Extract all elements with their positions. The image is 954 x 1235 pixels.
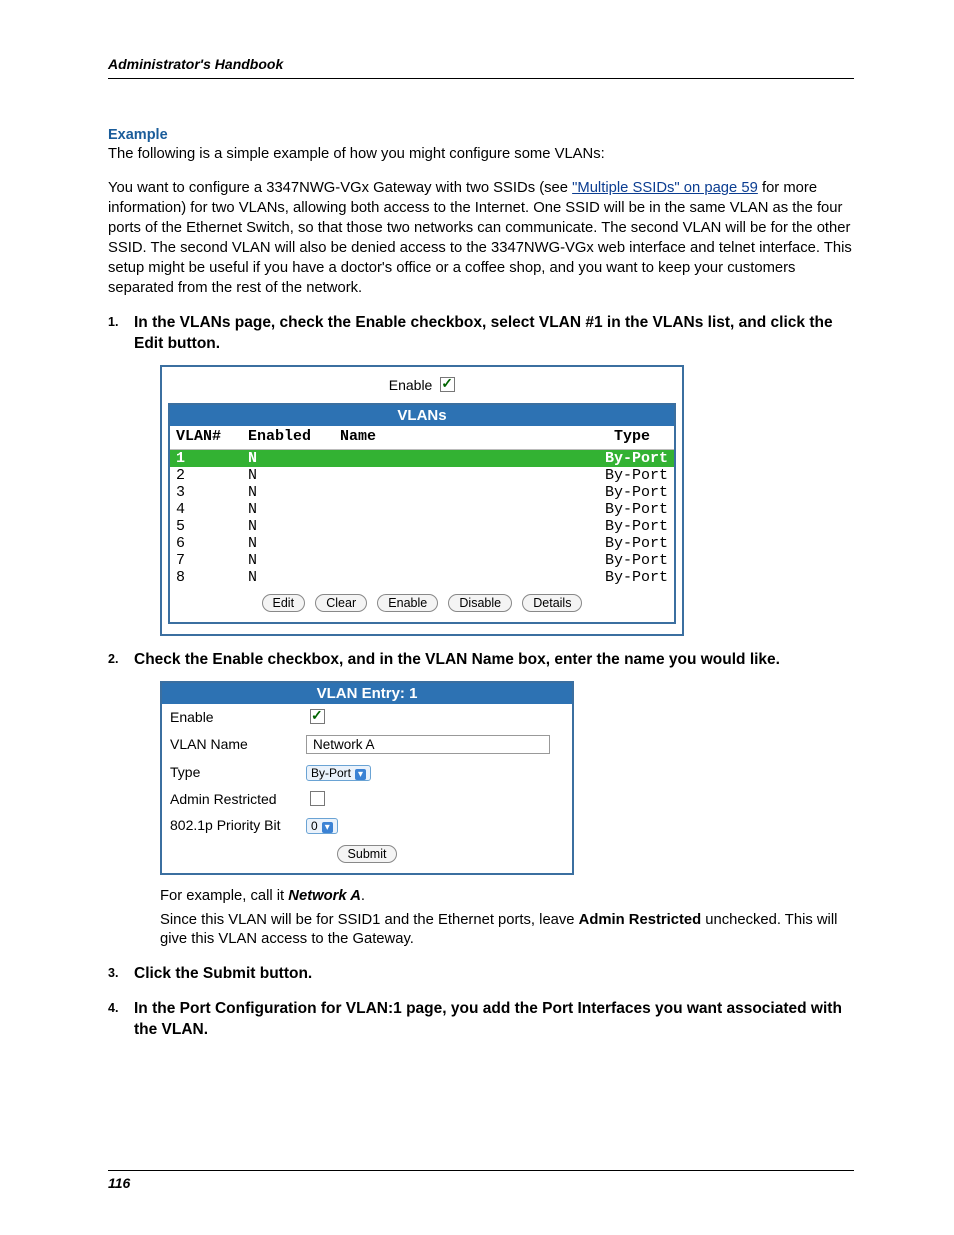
scenario-a: You want to configure a 3347NWG-VGx Gate… — [108, 180, 572, 196]
vlan-name-input[interactable]: Network A — [306, 735, 550, 754]
table-row[interactable]: 4NBy-Port — [170, 501, 674, 518]
running-header: Administrator's Handbook — [108, 56, 854, 72]
priority-select[interactable]: 0▾ — [306, 818, 338, 834]
table-row[interactable]: 5NBy-Port — [170, 518, 674, 535]
table-row[interactable]: 1NBy-Port — [170, 449, 674, 467]
step-4: In the Port Configuration for VLAN:1 pag… — [134, 999, 854, 1041]
table-row[interactable]: 2NBy-Port — [170, 467, 674, 484]
entry-enable-checkbox[interactable] — [310, 709, 325, 724]
col-name: Name — [334, 426, 467, 450]
step-num-2: 2. — [108, 652, 118, 666]
priority-value: 0 — [311, 819, 318, 833]
intro-text: The following is a simple example of how… — [108, 145, 854, 165]
entry-name-label: VLAN Name — [162, 730, 298, 759]
details-button[interactable]: Details — [522, 594, 582, 612]
enable-button[interactable]: Enable — [377, 594, 438, 612]
after-1a: For example, call it — [160, 888, 288, 904]
admin-restricted-checkbox[interactable] — [310, 791, 325, 806]
table-row[interactable]: 3NBy-Port — [170, 484, 674, 501]
example-label: Example — [108, 127, 854, 143]
step-3: Click the Submit button. — [134, 964, 854, 985]
col-enabled: Enabled — [242, 426, 334, 450]
clear-button[interactable]: Clear — [315, 594, 367, 612]
col-type: Type — [467, 426, 674, 450]
entry-enable-label: Enable — [162, 704, 298, 730]
entry-type-label: Type — [162, 759, 298, 786]
col-vlan: VLAN# — [170, 426, 242, 450]
scenario-text: You want to configure a 3347NWG-VGx Gate… — [108, 179, 854, 299]
after-2a: Since this VLAN will be for SSID1 and th… — [160, 912, 579, 928]
step-1: In the VLANs page, check the Enable chec… — [134, 313, 854, 355]
table-row[interactable]: 8NBy-Port — [170, 569, 674, 586]
enable-label: Enable — [389, 377, 433, 393]
step-num-1: 1. — [108, 315, 118, 329]
entry-admin-label: Admin Restricted — [162, 786, 298, 812]
table-row[interactable]: 7NBy-Port — [170, 552, 674, 569]
step-2: Check the Enable checkbox, and in the VL… — [134, 650, 854, 671]
vlans-title: VLANs — [170, 405, 674, 426]
chevron-updown-icon: ▾ — [322, 822, 333, 833]
xref-multiple-ssids[interactable]: "Multiple SSIDs" on page 59 — [572, 180, 758, 196]
step-num-4: 4. — [108, 1001, 118, 1015]
table-row[interactable]: 6NBy-Port — [170, 535, 674, 552]
disable-button[interactable]: Disable — [448, 594, 512, 612]
header-rule — [108, 78, 854, 79]
edit-button[interactable]: Edit — [262, 594, 306, 612]
scenario-b: for more information) for two VLANs, all… — [108, 180, 852, 296]
entry-title: VLAN Entry: 1 — [162, 683, 572, 704]
after-1b: Network A — [288, 888, 361, 904]
chevron-updown-icon: ▾ — [355, 769, 366, 780]
submit-button[interactable]: Submit — [337, 845, 398, 863]
entry-prio-label: 802.1p Priority Bit — [162, 812, 298, 839]
step-num-3: 3. — [108, 966, 118, 980]
type-value: By-Port — [311, 766, 351, 780]
page-number: 116 — [108, 1175, 854, 1191]
after-1c: . — [361, 888, 365, 904]
vlans-figure: Enable VLANs VLAN# Enabled Name Type — [160, 365, 684, 636]
type-select[interactable]: By-Port ▾ — [306, 765, 371, 781]
vlan-entry-figure: VLAN Entry: 1 Enable VLAN Name Network A… — [160, 681, 574, 875]
footer-rule — [108, 1170, 854, 1171]
after-2b: Admin Restricted — [579, 912, 702, 928]
vlans-table: VLAN# Enabled Name Type 1NBy-Port2NBy-Po… — [170, 426, 674, 586]
enable-checkbox[interactable] — [440, 377, 455, 392]
